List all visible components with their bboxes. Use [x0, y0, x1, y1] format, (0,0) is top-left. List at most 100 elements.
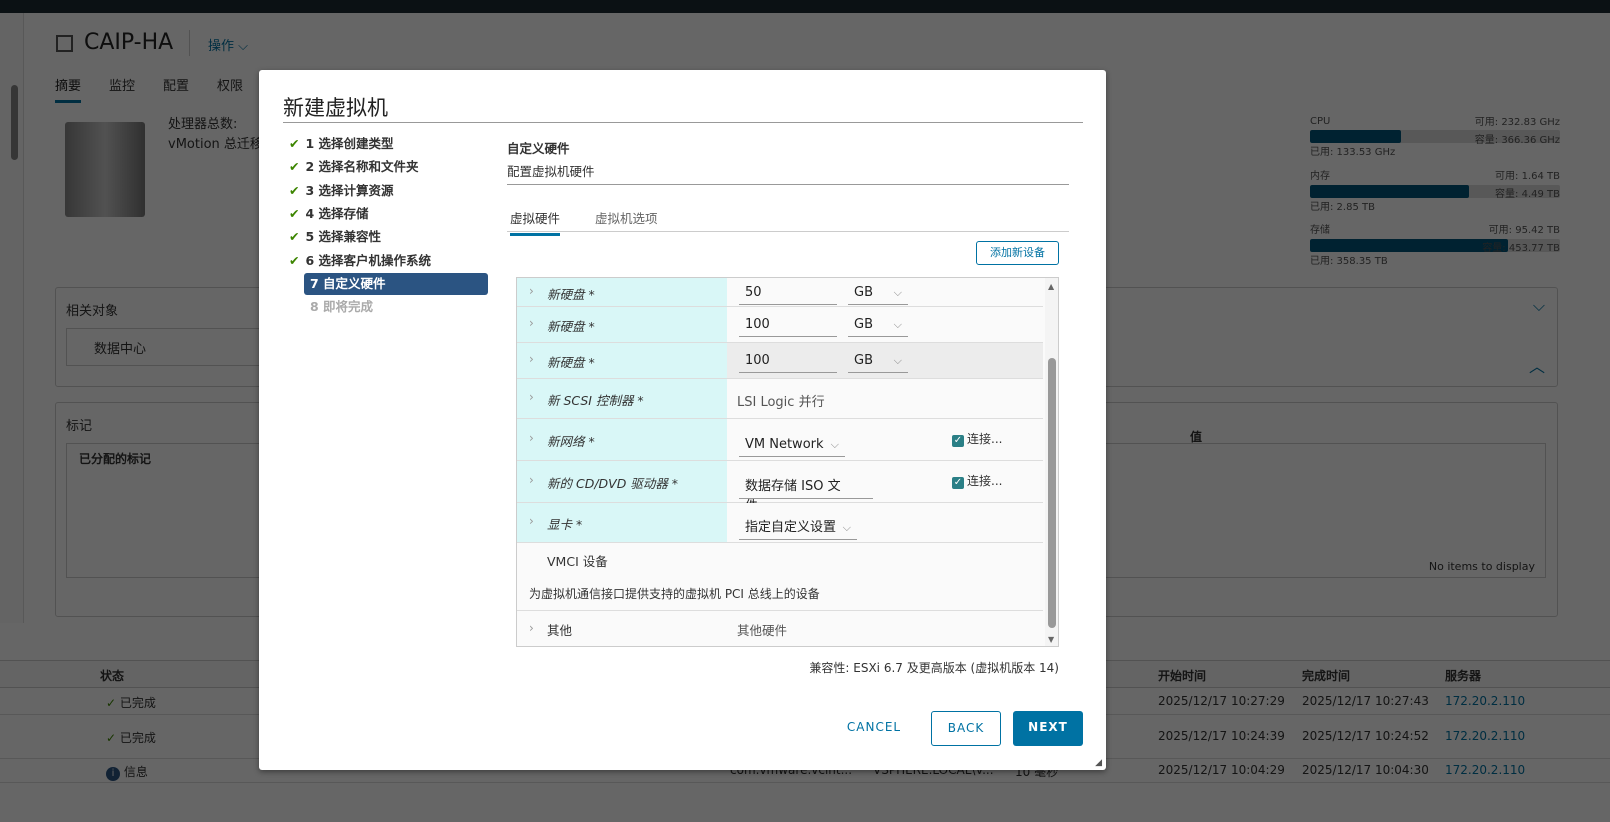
tab-vm-options[interactable]: 虚拟机选项: [595, 208, 658, 227]
check-icon: ✔: [289, 252, 300, 268]
resource-used: 已用: 358.35 TB: [1310, 256, 1388, 267]
connect-checkbox[interactable]: ✓ 连接...: [952, 430, 1002, 447]
chevron-right-icon[interactable]: ›: [529, 473, 534, 487]
chevron-right-icon[interactable]: ›: [529, 621, 534, 635]
wizard-step[interactable]: 7 自定义硬件: [304, 272, 488, 295]
check-icon: ✔: [289, 136, 300, 151]
connect-checkbox[interactable]: ✓ 连接...: [952, 472, 1002, 489]
resource-capacity: 容量: 453.77 TB: [1482, 243, 1560, 254]
task-end: 2025/12/17 10:24:52: [1302, 729, 1429, 743]
disk-unit-select[interactable]: GB: [848, 315, 908, 337]
column-assigned-tags[interactable]: 已分配的标记: [79, 450, 151, 467]
add-new-device-button[interactable]: 添加新设备: [976, 241, 1059, 265]
chevron-right-icon[interactable]: ›: [529, 514, 534, 528]
compatibility-text: 兼容性: ESXi 6.7 及更高版本 (虚拟机版本 14): [809, 661, 1059, 675]
hardware-scrollbar[interactable]: ▲ ▼: [1045, 278, 1058, 646]
task-server-link[interactable]: 172.20.2.110: [1445, 763, 1525, 777]
hardware-list: ▲ ▼ › 新硬盘 * 50 GB › 新硬盘 * 100 GB › 新硬盘 * 10…: [516, 277, 1059, 647]
vmci-name: VMCI 设备: [547, 554, 608, 569]
disk-unit-select[interactable]: GB: [848, 283, 908, 305]
task-server-link[interactable]: 172.20.2.110: [1445, 694, 1525, 708]
step-label: 3 选择计算资源: [305, 182, 394, 198]
tab-monitor[interactable]: 监控: [109, 75, 135, 103]
device-select[interactable]: VM Network: [739, 435, 845, 457]
hardware-row[interactable]: › 新硬盘 * 100 GB: [517, 343, 1043, 379]
device-select[interactable]: 指定自定义设置: [739, 518, 857, 540]
hardware-row[interactable]: › 新硬盘 * 50 GB: [517, 278, 1043, 307]
step-label: 2 选择名称和文件夹: [305, 159, 419, 175]
resource-free: 可用: 1.64 TB: [1495, 171, 1560, 182]
hardware-name: 新硬盘 *: [547, 319, 595, 334]
checkbox-checked-icon: ✓: [952, 477, 964, 489]
disk-unit-select[interactable]: GB: [848, 351, 908, 373]
step-label: 7 自定义硬件: [310, 275, 386, 291]
check-icon: ✔: [289, 205, 300, 221]
server-image: [65, 122, 145, 217]
chevron-right-icon[interactable]: ›: [529, 431, 534, 445]
hardware-name: 显卡 *: [547, 517, 583, 532]
column-value[interactable]: 值: [1190, 428, 1202, 445]
navigator-scrollbar[interactable]: [11, 85, 18, 160]
wizard-step[interactable]: ✔ 2 选择名称和文件夹: [289, 156, 419, 178]
tab-virtual-hardware[interactable]: 虚拟硬件: [510, 208, 561, 236]
hardware-row[interactable]: › 显卡 * 指定自定义设置: [517, 503, 1043, 543]
task-status: 信息: [123, 765, 148, 779]
datacenter-card[interactable]: 数据中心: [66, 328, 266, 366]
step-label: 1 选择创建类型: [305, 136, 394, 151]
task-server-link[interactable]: 172.20.2.110: [1445, 729, 1525, 743]
cancel-button[interactable]: CANCEL: [839, 711, 909, 746]
cluster-icon: [56, 35, 73, 52]
column-server[interactable]: 服务器: [1445, 667, 1481, 684]
vmotion-label: vMotion 总迁移: [168, 137, 263, 152]
page-title: CAIP-HA: [84, 30, 174, 55]
hardware-row[interactable]: › 新 SCSI 控制器 * LSI Logic 并行: [517, 379, 1043, 419]
resource-meters: CPU 可用: 232.83 GHz 已用: 133.53 GHz 容量: 36…: [1310, 113, 1560, 275]
wizard-step[interactable]: ✔ 3 选择计算资源: [289, 180, 394, 202]
chevron-up-icon[interactable]: ︿: [1529, 353, 1545, 377]
back-button[interactable]: BACK: [931, 711, 1001, 746]
column-status[interactable]: 状态: [100, 667, 124, 684]
chevron-right-icon[interactable]: ›: [529, 284, 534, 298]
chevron-down-icon[interactable]: ⌵: [1533, 296, 1545, 316]
wizard-step[interactable]: ✔ 1 选择创建类型: [289, 133, 394, 155]
info-icon: i: [106, 767, 120, 781]
hardware-row[interactable]: › 新网络 * VM Network ✓连接...: [517, 419, 1043, 461]
step-label: 5 选择兼容性: [305, 229, 382, 245]
disk-size-input[interactable]: 100: [739, 351, 837, 373]
chevron-right-icon[interactable]: ›: [529, 352, 534, 366]
check-icon: ✓: [106, 731, 117, 745]
wizard-title: 新建虚拟机: [283, 96, 388, 120]
checkbox-checked-icon: ✓: [952, 435, 964, 447]
hardware-row[interactable]: › 新的 CD/DVD 驱动器 * 数据存储 ISO 文件 ✓连接...: [517, 461, 1043, 517]
tags-title: 标记: [66, 419, 93, 434]
new-vm-wizard: 新建虚拟机 ✔ 1 选择创建类型 ✔ 2 选择名称和文件夹 ✔ 3 选择计算资源 ✔ 4 选择…: [259, 70, 1106, 770]
resize-handle-icon[interactable]: ◢: [1095, 758, 1102, 768]
processor-label: 处理器总数:: [168, 117, 238, 132]
wizard-step[interactable]: ✔ 5 选择兼容性: [289, 226, 381, 248]
hardware-row[interactable]: › 新硬盘 * 100 GB: [517, 307, 1043, 343]
disk-size-input[interactable]: 50: [739, 283, 837, 305]
resource-free: 可用: 95.42 TB: [1488, 225, 1560, 236]
tab-configure[interactable]: 配置: [163, 75, 189, 103]
wizard-step[interactable]: ✔ 4 选择存储: [289, 203, 369, 225]
wizard-step[interactable]: ✔ 6 选择客户机操作系统: [289, 250, 431, 272]
step-label: 6 选择客户机操作系统: [305, 252, 432, 268]
column-start-time[interactable]: 开始时间: [1158, 667, 1206, 684]
tab-permissions[interactable]: 权限: [217, 75, 243, 103]
resource-meter: 存储 可用: 95.42 TB 已用: 358.35 TB 容量: 453.77…: [1310, 221, 1560, 275]
chevron-right-icon[interactable]: ›: [529, 390, 534, 404]
tab-summary[interactable]: 摘要: [55, 75, 82, 103]
chevron-right-icon[interactable]: ›: [529, 316, 534, 330]
task-status: 已完成: [119, 695, 156, 710]
actions-menu[interactable]: 操作 ⌵: [208, 35, 248, 54]
resource-used: 已用: 133.53 GHz: [1310, 147, 1396, 158]
resource-capacity: 容量: 4.49 TB: [1495, 189, 1560, 200]
disk-size-input[interactable]: 100: [739, 315, 837, 337]
device-select[interactable]: 数据存储 ISO 文件: [739, 477, 873, 517]
resource-meter: CPU 可用: 232.83 GHz 已用: 133.53 GHz 容量: 36…: [1310, 113, 1560, 167]
other-row[interactable]: › 其他 其他硬件: [517, 611, 1043, 646]
next-button[interactable]: NEXT: [1013, 711, 1083, 746]
column-end-time[interactable]: 完成时间: [1302, 667, 1350, 684]
check-icon: ✓: [106, 695, 117, 710]
navigator-pane: [0, 13, 24, 623]
